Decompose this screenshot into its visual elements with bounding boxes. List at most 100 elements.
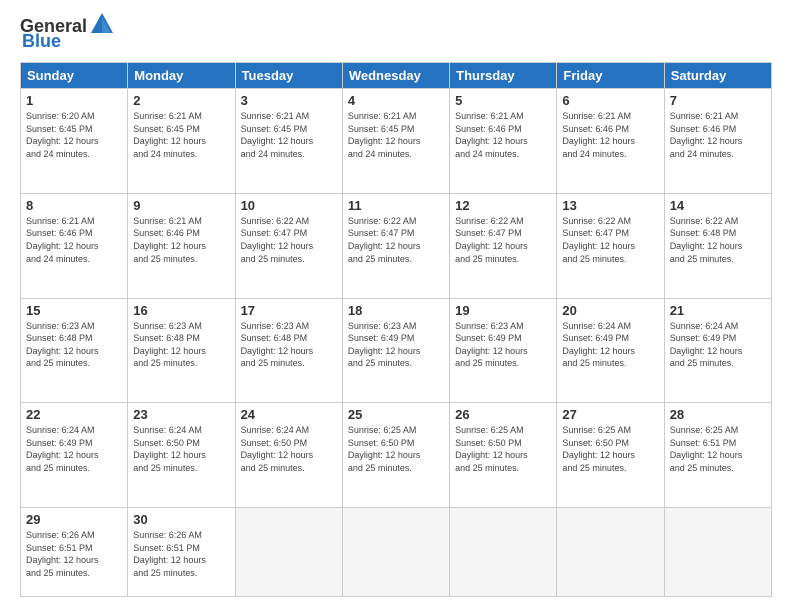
day-info: Sunrise: 6:21 AM Sunset: 6:45 PM Dayligh… [348,110,444,160]
week-row: 8 Sunrise: 6:21 AM Sunset: 6:46 PM Daylig… [21,193,772,298]
calendar-cell: 21 Sunrise: 6:24 AM Sunset: 6:49 PM Dayli… [664,298,771,403]
calendar-cell: 6 Sunrise: 6:21 AM Sunset: 6:46 PM Daylig… [557,89,664,194]
calendar-cell: 23Sunrise: 6:24 AM Sunset: 6:50 PM Dayli… [128,403,235,508]
calendar-cell: 30Sunrise: 6:26 AM Sunset: 6:51 PM Dayli… [128,508,235,597]
day-number: 7 [670,93,766,108]
calendar-cell: 19 Sunrise: 6:23 AM Sunset: 6:49 PM Dayli… [450,298,557,403]
day-number: 13 [562,198,658,213]
calendar-cell: 27 Sunrise: 6:25 AM Sunset: 6:50 PM Dayli… [557,403,664,508]
calendar-cell: 25 Sunrise: 6:25 AM Sunset: 6:50 PM Dayli… [342,403,449,508]
calendar-cell: 5Sunrise: 6:21 AM Sunset: 6:46 PM Daylig… [450,89,557,194]
day-info: Sunrise: 6:26 AM Sunset: 6:51 PM Dayligh… [133,529,229,579]
calendar-day-header: Sunday [21,63,128,89]
day-number: 18 [348,303,444,318]
logo-icon [89,11,115,37]
calendar: SundayMondayTuesdayWednesdayThursdayFrid… [20,62,772,597]
page: General Blue SundayMondayTuesdayWednesda… [0,0,792,612]
calendar-cell: 4 Sunrise: 6:21 AM Sunset: 6:45 PM Daylig… [342,89,449,194]
day-number: 25 [348,407,444,422]
day-number: 20 [562,303,658,318]
calendar-cell: 3 Sunrise: 6:21 AM Sunset: 6:45 PM Daylig… [235,89,342,194]
day-info: Sunrise: 6:25 AM Sunset: 6:50 PM Dayligh… [562,424,658,474]
day-number: 21 [670,303,766,318]
calendar-cell: 29 Sunrise: 6:26 AM Sunset: 6:51 PM Dayli… [21,508,128,597]
day-number: 26 [455,407,551,422]
calendar-cell: 11Sunrise: 6:22 AM Sunset: 6:47 PM Dayli… [342,193,449,298]
calendar-cell: 24 Sunrise: 6:24 AM Sunset: 6:50 PM Dayli… [235,403,342,508]
day-info: Sunrise: 6:26 AM Sunset: 6:51 PM Dayligh… [26,529,122,579]
day-number: 9 [133,198,229,213]
calendar-cell: 15Sunrise: 6:23 AM Sunset: 6:48 PM Dayli… [21,298,128,403]
day-number: 28 [670,407,766,422]
day-number: 23 [133,407,229,422]
day-info: Sunrise: 6:21 AM Sunset: 6:46 PM Dayligh… [562,110,658,160]
day-info: Sunrise: 6:25 AM Sunset: 6:51 PM Dayligh… [670,424,766,474]
week-row: 29 Sunrise: 6:26 AM Sunset: 6:51 PM Dayli… [21,508,772,597]
day-number: 4 [348,93,444,108]
calendar-cell: 26 Sunrise: 6:25 AM Sunset: 6:50 PM Dayli… [450,403,557,508]
day-number: 12 [455,198,551,213]
calendar-cell: 28 Sunrise: 6:25 AM Sunset: 6:51 PM Dayli… [664,403,771,508]
day-number: 14 [670,198,766,213]
calendar-cell: 2Sunrise: 6:21 AM Sunset: 6:45 PM Daylig… [128,89,235,194]
calendar-cell [235,508,342,597]
calendar-cell: 22 Sunrise: 6:24 AM Sunset: 6:49 PM Dayli… [21,403,128,508]
day-number: 17 [241,303,337,318]
day-info: Sunrise: 6:22 AM Sunset: 6:47 PM Dayligh… [562,215,658,265]
day-info: Sunrise: 6:23 AM Sunset: 6:49 PM Dayligh… [348,320,444,370]
calendar-day-header: Monday [128,63,235,89]
calendar-cell: 14 Sunrise: 6:22 AM Sunset: 6:48 PM Dayli… [664,193,771,298]
day-info: Sunrise: 6:24 AM Sunset: 6:49 PM Dayligh… [562,320,658,370]
day-number: 22 [26,407,122,422]
calendar-cell: 8 Sunrise: 6:21 AM Sunset: 6:46 PM Daylig… [21,193,128,298]
calendar-cell: 18 Sunrise: 6:23 AM Sunset: 6:49 PM Dayli… [342,298,449,403]
calendar-cell: 9 Sunrise: 6:21 AM Sunset: 6:46 PM Daylig… [128,193,235,298]
week-row: 22 Sunrise: 6:24 AM Sunset: 6:49 PM Dayli… [21,403,772,508]
day-info: Sunrise: 6:22 AM Sunset: 6:48 PM Dayligh… [670,215,766,265]
calendar-cell: 13 Sunrise: 6:22 AM Sunset: 6:47 PM Dayli… [557,193,664,298]
calendar-cell: 1Sunrise: 6:20 AM Sunset: 6:45 PM Daylig… [21,89,128,194]
day-info: Sunrise: 6:23 AM Sunset: 6:48 PM Dayligh… [26,320,122,370]
day-number: 5 [455,93,551,108]
day-info: Sunrise: 6:23 AM Sunset: 6:48 PM Dayligh… [133,320,229,370]
day-number: 8 [26,198,122,213]
calendar-day-header: Thursday [450,63,557,89]
day-info: Sunrise: 6:21 AM Sunset: 6:46 PM Dayligh… [670,110,766,160]
calendar-cell [557,508,664,597]
logo-blue: Blue [22,31,61,52]
day-info: Sunrise: 6:21 AM Sunset: 6:46 PM Dayligh… [26,215,122,265]
calendar-cell: 16 Sunrise: 6:23 AM Sunset: 6:48 PM Dayli… [128,298,235,403]
day-number: 27 [562,407,658,422]
day-info: Sunrise: 6:23 AM Sunset: 6:49 PM Dayligh… [455,320,551,370]
header: General Blue [20,15,772,52]
day-info: Sunrise: 6:21 AM Sunset: 6:45 PM Dayligh… [241,110,337,160]
calendar-cell: 7 Sunrise: 6:21 AM Sunset: 6:46 PM Daylig… [664,89,771,194]
day-info: Sunrise: 6:22 AM Sunset: 6:47 PM Dayligh… [241,215,337,265]
day-number: 19 [455,303,551,318]
day-info: Sunrise: 6:24 AM Sunset: 6:49 PM Dayligh… [670,320,766,370]
day-number: 6 [562,93,658,108]
calendar-cell [450,508,557,597]
day-info: Sunrise: 6:25 AM Sunset: 6:50 PM Dayligh… [348,424,444,474]
calendar-day-header: Tuesday [235,63,342,89]
day-info: Sunrise: 6:24 AM Sunset: 6:49 PM Dayligh… [26,424,122,474]
day-number: 2 [133,93,229,108]
day-number: 1 [26,93,122,108]
day-number: 16 [133,303,229,318]
calendar-cell: 10 Sunrise: 6:22 AM Sunset: 6:47 PM Dayli… [235,193,342,298]
day-info: Sunrise: 6:23 AM Sunset: 6:48 PM Dayligh… [241,320,337,370]
day-number: 10 [241,198,337,213]
calendar-day-header: Saturday [664,63,771,89]
week-row: 15Sunrise: 6:23 AM Sunset: 6:48 PM Dayli… [21,298,772,403]
day-info: Sunrise: 6:21 AM Sunset: 6:46 PM Dayligh… [133,215,229,265]
calendar-day-header: Friday [557,63,664,89]
day-info: Sunrise: 6:24 AM Sunset: 6:50 PM Dayligh… [241,424,337,474]
day-number: 24 [241,407,337,422]
day-info: Sunrise: 6:25 AM Sunset: 6:50 PM Dayligh… [455,424,551,474]
calendar-day-header: Wednesday [342,63,449,89]
calendar-cell: 12Sunrise: 6:22 AM Sunset: 6:47 PM Dayli… [450,193,557,298]
day-number: 29 [26,512,122,527]
calendar-cell [342,508,449,597]
day-number: 3 [241,93,337,108]
calendar-cell: 17 Sunrise: 6:23 AM Sunset: 6:48 PM Dayli… [235,298,342,403]
